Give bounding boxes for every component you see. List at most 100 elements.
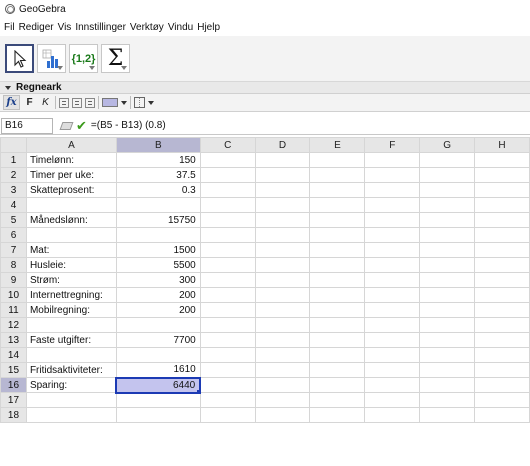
cell-empty[interactable] xyxy=(474,362,530,378)
cell-empty[interactable] xyxy=(309,182,366,198)
corner-cell[interactable] xyxy=(0,137,27,153)
cell-empty[interactable] xyxy=(199,392,256,408)
cell-empty[interactable] xyxy=(199,287,256,303)
cell-empty[interactable] xyxy=(364,152,421,168)
cell-empty[interactable] xyxy=(419,272,476,288)
checkmark-icon[interactable]: ✔ xyxy=(76,118,87,134)
cell-a[interactable]: Mobilregning: xyxy=(25,302,117,318)
cell-empty[interactable] xyxy=(364,287,421,303)
cell-empty[interactable] xyxy=(309,317,366,333)
cell-empty[interactable] xyxy=(419,332,476,348)
cell-empty[interactable] xyxy=(364,407,421,423)
row-header[interactable]: 1 xyxy=(0,152,27,168)
cell-empty[interactable] xyxy=(254,317,311,333)
cell-empty[interactable] xyxy=(199,212,256,228)
column-header-g[interactable]: G xyxy=(419,137,476,153)
cell-empty[interactable] xyxy=(199,332,256,348)
cell-empty[interactable] xyxy=(474,212,530,228)
cell-empty[interactable] xyxy=(474,392,530,408)
chevron-down-icon[interactable] xyxy=(148,100,154,105)
cell-b[interactable]: 0.3 xyxy=(115,182,201,198)
row-header[interactable]: 7 xyxy=(0,242,27,258)
cell-b[interactable]: 1500 xyxy=(115,242,201,258)
cell-empty[interactable] xyxy=(309,392,366,408)
cell-a[interactable]: Fritidsaktiviteter: xyxy=(25,362,117,378)
row-header[interactable]: 6 xyxy=(0,227,27,243)
cell-empty[interactable] xyxy=(309,272,366,288)
cell-empty[interactable] xyxy=(199,182,256,198)
cell-empty[interactable] xyxy=(419,347,476,363)
cell-empty[interactable] xyxy=(199,167,256,183)
menu-file[interactable]: Fil xyxy=(4,22,15,33)
cell-empty[interactable] xyxy=(309,197,366,213)
cell-empty[interactable] xyxy=(199,347,256,363)
cell-empty[interactable] xyxy=(419,317,476,333)
column-header-h[interactable]: H xyxy=(474,137,530,153)
cell-empty[interactable] xyxy=(474,272,530,288)
row-header[interactable]: 10 xyxy=(0,287,27,303)
cell-empty[interactable] xyxy=(309,227,366,243)
menu-help[interactable]: Hjelp xyxy=(197,22,220,33)
cell-a[interactable]: Internettregning: xyxy=(25,287,117,303)
align-right-icon[interactable] xyxy=(85,97,95,108)
cell-empty[interactable] xyxy=(364,362,421,378)
cell-empty[interactable] xyxy=(419,152,476,168)
cell-empty[interactable] xyxy=(254,332,311,348)
cell-empty[interactable] xyxy=(474,302,530,318)
cell-empty[interactable] xyxy=(199,317,256,333)
cell-empty[interactable] xyxy=(474,257,530,273)
cell-b[interactable]: 200 xyxy=(115,302,201,318)
cell-empty[interactable] xyxy=(199,197,256,213)
row-header[interactable]: 11 xyxy=(0,302,27,318)
cell-a[interactable]: Skatteprosent: xyxy=(25,182,117,198)
cell-empty[interactable] xyxy=(254,257,311,273)
cell-empty[interactable] xyxy=(254,167,311,183)
menu-window[interactable]: Vindu xyxy=(168,22,193,33)
cell-empty[interactable] xyxy=(364,332,421,348)
row-header[interactable]: 5 xyxy=(0,212,27,228)
cell-b[interactable]: 200 xyxy=(115,287,201,303)
cell-empty[interactable] xyxy=(474,377,530,393)
cell-empty[interactable] xyxy=(474,242,530,258)
cell-empty[interactable] xyxy=(309,377,366,393)
cell-empty[interactable] xyxy=(364,182,421,198)
align-left-icon[interactable] xyxy=(59,97,69,108)
cell-empty[interactable] xyxy=(254,152,311,168)
cell-empty[interactable] xyxy=(254,392,311,408)
cell-empty[interactable] xyxy=(419,392,476,408)
cell-empty[interactable] xyxy=(364,227,421,243)
column-header-f[interactable]: F xyxy=(364,137,421,153)
cell-empty[interactable] xyxy=(419,242,476,258)
cell-b[interactable] xyxy=(115,407,201,423)
column-header-a[interactable]: A xyxy=(25,137,117,153)
spreadsheet-tool-button[interactable] xyxy=(37,44,66,73)
cell-empty[interactable] xyxy=(419,407,476,423)
cell-empty[interactable] xyxy=(254,287,311,303)
cell-empty[interactable] xyxy=(254,227,311,243)
cell-empty[interactable] xyxy=(309,287,366,303)
formula-input[interactable]: =(B5 - B13) (0.8) xyxy=(91,120,166,131)
cell-b[interactable] xyxy=(115,317,201,333)
cell-a[interactable]: Faste utgifter: xyxy=(25,332,117,348)
cell-empty[interactable] xyxy=(419,227,476,243)
move-tool-button[interactable] xyxy=(5,44,34,73)
cell-empty[interactable] xyxy=(309,407,366,423)
cell-a[interactable]: Husleie: xyxy=(25,257,117,273)
cell-empty[interactable] xyxy=(474,407,530,423)
cell-empty[interactable] xyxy=(474,182,530,198)
cell-a[interactable]: Månedslønn: xyxy=(25,212,117,228)
cell-a[interactable]: Strøm: xyxy=(25,272,117,288)
italic-button[interactable]: K xyxy=(39,97,52,108)
column-header-b[interactable]: B xyxy=(115,137,201,153)
cell-empty[interactable] xyxy=(309,212,366,228)
menu-view[interactable]: Vis xyxy=(58,22,72,33)
cell-a[interactable]: Mat: xyxy=(25,242,117,258)
eraser-icon[interactable] xyxy=(59,121,74,130)
cell-a[interactable] xyxy=(25,392,117,408)
cell-empty[interactable] xyxy=(199,272,256,288)
cell-empty[interactable] xyxy=(364,242,421,258)
cell-empty[interactable] xyxy=(474,197,530,213)
cell-a[interactable]: Timer per uke: xyxy=(25,167,117,183)
row-header[interactable]: 14 xyxy=(0,347,27,363)
row-header[interactable]: 8 xyxy=(0,257,27,273)
